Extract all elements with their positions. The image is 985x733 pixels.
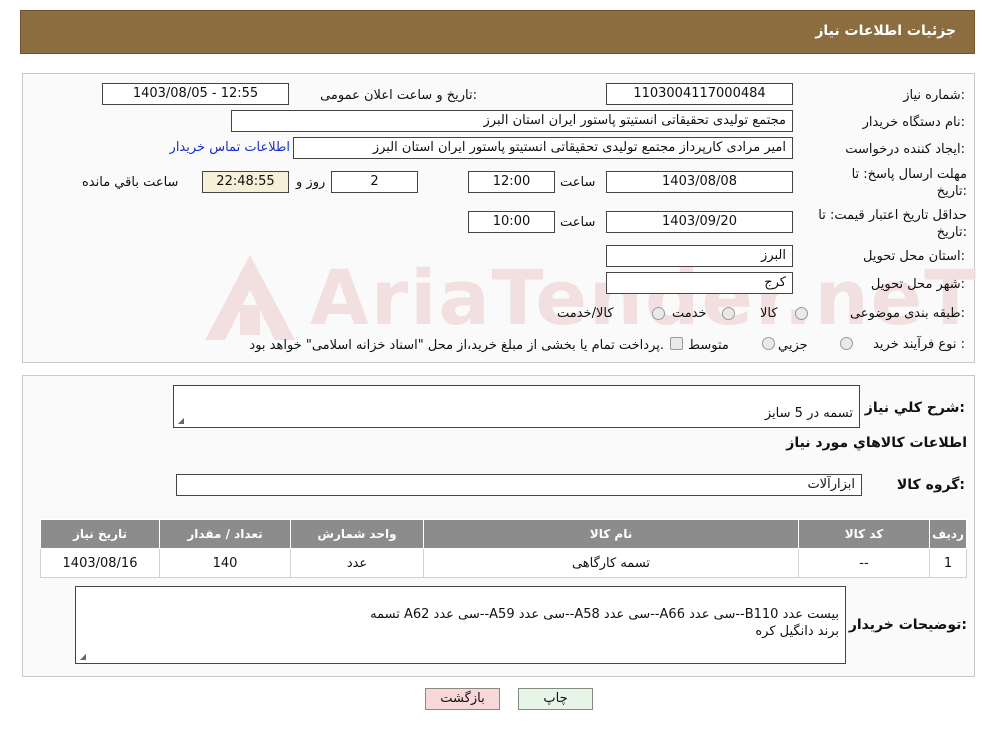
category-radio-service[interactable] <box>722 307 735 320</box>
buyer-org-field: مجتمع تولیدی تحقیقاتی انستیتو پاستور ایر… <box>231 110 793 132</box>
page-header: جزئیات اطلاعات نیاز <box>20 10 975 54</box>
items-table: ردیف کد کالا نام کالا واحد شمارش تعداد /… <box>40 519 967 578</box>
cell-row-number: 1 <box>929 548 967 578</box>
cell-unit: عدد <box>290 548 424 578</box>
category-radio-goods[interactable] <box>795 307 808 320</box>
cell-name: تسمه کارگاهی <box>423 548 799 578</box>
days-field: 2 <box>331 171 418 193</box>
back-button[interactable]: بازگشت <box>425 688 500 710</box>
need-number-label: شماره نیاز: <box>903 88 965 103</box>
days-label: روز و <box>296 175 326 190</box>
col-header-quantity: تعداد / مقدار <box>159 519 291 549</box>
remaining-time-field: 22:48:55 <box>202 171 289 193</box>
need-number-field: 1103004117000484 <box>606 83 793 105</box>
reply-date-field: 1403/08/08 <box>606 171 793 193</box>
remaining-label: ساعت باقي مانده <box>82 175 179 190</box>
col-header-unit: واحد شمارش <box>290 519 424 549</box>
announce-label: تاریخ و ساعت اعلان عمومی: <box>320 88 477 103</box>
purchase-minor-label: جزیي <box>778 338 808 353</box>
purchase-note: پرداخت تمام یا بخشی از مبلغ خرید،از محل … <box>249 338 664 353</box>
table-row: 1 -- تسمه کارگاهی عدد 140 1403/08/16 <box>40 548 967 578</box>
province-field: البرز <box>606 245 793 267</box>
price-time-field: 10:00 <box>468 211 555 233</box>
category-goods-label: کالا <box>760 306 778 321</box>
purchase-radio-medium[interactable] <box>762 337 775 350</box>
purchase-medium-label: متوسط <box>688 338 729 353</box>
col-header-name: نام کالا <box>423 519 799 549</box>
category-radio-goods-service[interactable] <box>652 307 665 320</box>
buyer-notes-label: توضیحات خریدار: <box>848 617 967 633</box>
summary-label: شرح کلي نياز: <box>864 400 965 416</box>
category-label: طبقه بندی موضوعی: <box>849 306 965 321</box>
purchase-radio-minor[interactable] <box>840 337 853 350</box>
buyer-notes-textarea[interactable]: تسمه A62 سی عدد--A59 سی عدد--A58 سی عدد-… <box>75 586 846 664</box>
reply-time-field: 12:00 <box>468 171 555 193</box>
cell-quantity: 140 <box>159 548 291 578</box>
resize-grip-icon[interactable]: ◢ <box>176 417 184 425</box>
cell-code: -- <box>798 548 930 578</box>
summary-textarea[interactable]: تسمه در 5 سایز ◢ <box>173 385 860 428</box>
price-validity-label: حداقل تاریخ اعتبار قیمت: تا تاریخ: <box>818 208 967 240</box>
contact-buyer-link[interactable]: اطلاعات تماس خریدار <box>155 140 290 155</box>
purchase-treasury-checkbox[interactable] <box>670 337 683 350</box>
goods-group-field: ابزارآلات <box>176 474 862 496</box>
col-header-row: ردیف <box>929 519 967 549</box>
goods-group-label: گروه کالا: <box>896 477 965 493</box>
purchase-type-label: نوع فرآیند خرید : <box>873 337 965 352</box>
city-field: کرج <box>606 272 793 294</box>
reply-deadline-label: مهلت ارسال پاسخ: تا تاریخ: <box>851 167 967 199</box>
goods-info-title: اطلاعات کالاهاي مورد نياز <box>786 435 967 451</box>
category-goods-service-label: کالا/خدمت <box>557 306 614 321</box>
province-label: استان محل تحویل: <box>863 249 965 264</box>
cell-date: 1403/08/16 <box>40 548 160 578</box>
col-header-date: تاریخ نیاز <box>40 519 160 549</box>
items-table-wrap: ردیف کد کالا نام کالا واحد شمارش تعداد /… <box>40 519 967 578</box>
category-service-label: خدمت <box>672 306 707 321</box>
price-time-label: ساعت <box>560 215 596 230</box>
resize-grip-icon[interactable]: ◢ <box>78 653 86 661</box>
table-header-row: ردیف کد کالا نام کالا واحد شمارش تعداد /… <box>40 519 967 549</box>
print-button[interactable]: چاپ <box>518 688 593 710</box>
creator-field: امیر مرادی کارپرداز مجتمع تولیدی تحقیقات… <box>293 137 793 159</box>
page-title: جزئیات اطلاعات نیاز <box>815 23 956 39</box>
reply-time-label: ساعت <box>560 175 596 190</box>
price-date-field: 1403/09/20 <box>606 211 793 233</box>
col-header-code: کد کالا <box>798 519 930 549</box>
city-label: شهر محل تحویل: <box>870 277 965 292</box>
buyer-org-label: نام دستگاه خریدار: <box>862 115 965 130</box>
announce-field: 1403/08/05 - 12:55 <box>102 83 289 105</box>
creator-label: ایجاد کننده درخواست: <box>845 142 965 157</box>
